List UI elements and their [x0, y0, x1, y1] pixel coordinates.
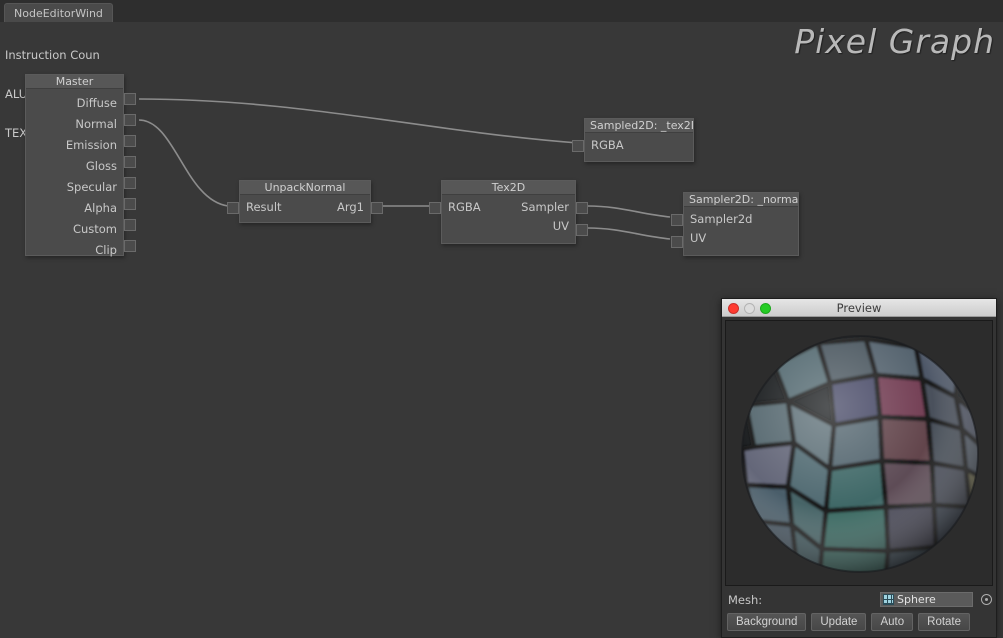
slot-diffuse-label: Diffuse [76, 96, 117, 110]
slot-gloss[interactable]: Gloss [26, 156, 136, 177]
node-master-body: Diffuse Normal Emission Gloss Specular A… [26, 89, 136, 257]
slot-arg1-label: Arg1 [336, 200, 364, 214]
preview-title-label: Preview [836, 301, 882, 315]
slot-custom[interactable]: Custom [26, 219, 136, 240]
node-sampled2d-body: RGBA [572, 133, 693, 161]
slot-alpha-label: Alpha [84, 201, 117, 215]
slot-specular[interactable]: Specular [26, 177, 136, 198]
mesh-value: Sphere [897, 593, 936, 606]
port-normal[interactable] [124, 114, 136, 126]
close-icon[interactable] [728, 303, 739, 314]
node-sampled2d[interactable]: Sampled2D: _tex2D RGBA [572, 118, 694, 162]
node-sampler2d[interactable]: Sampler2D: _normal Sampler2d UV [671, 192, 799, 256]
sphere-render [726, 321, 992, 585]
slot-clip[interactable]: Clip [26, 240, 136, 261]
tab-strip: NodeEditorWind [0, 0, 1003, 22]
slot-gloss-label: Gloss [85, 159, 117, 173]
slot-emission-label: Emission [65, 138, 117, 152]
port-tex2d-sampler[interactable] [576, 202, 588, 214]
slot-sampler-label: Sampler [521, 200, 569, 214]
object-picker-icon[interactable] [981, 594, 992, 605]
port-result[interactable] [227, 202, 239, 214]
slot-normal-label: Normal [75, 117, 117, 131]
auto-button[interactable]: Auto [871, 613, 914, 631]
slot-uv-label: UV [552, 219, 569, 233]
preview-window[interactable]: Preview Mesh: Sphere Background Update A… [721, 298, 997, 638]
instruction-count-header: Instruction Coun [5, 48, 100, 62]
preview-titlebar[interactable]: Preview [722, 299, 996, 317]
node-sampler2d-title: Sampler2D: _normal [684, 193, 798, 207]
node-master[interactable]: Master Diffuse Normal Emission Gloss Spe… [25, 74, 136, 257]
mesh-row: Mesh: Sphere [725, 590, 993, 609]
slot-custom-label: Custom [72, 222, 117, 236]
node-tex2d-title: Tex2D [442, 181, 575, 195]
port-custom[interactable] [124, 219, 136, 231]
tab-node-editor[interactable]: NodeEditorWind [4, 3, 113, 22]
slot-sampler2d-sampler-label: Sampler2d [690, 212, 753, 226]
port-alpha[interactable] [124, 198, 136, 210]
port-diffuse[interactable] [124, 93, 136, 105]
slot-tex2d-row1[interactable]: RGBA Sampler [429, 195, 588, 216]
node-unpacknormal-title: UnpackNormal [240, 181, 370, 195]
node-tex2d-body: RGBA Sampler UV [429, 195, 588, 243]
background-button[interactable]: Background [727, 613, 807, 631]
slot-diffuse[interactable]: Diffuse [26, 93, 136, 114]
slot-sampler2d-uv[interactable]: UV [671, 228, 798, 249]
port-arg1[interactable] [371, 202, 383, 214]
preview-controls: Mesh: Sphere Background Update Auto Rota… [725, 590, 993, 635]
slot-alpha[interactable]: Alpha [26, 198, 136, 219]
slot-normal[interactable]: Normal [26, 114, 136, 135]
mesh-select[interactable]: Sphere [880, 592, 973, 607]
node-unpacknormal-body: Result Arg1 [227, 195, 383, 222]
slot-emission[interactable]: Emission [26, 135, 136, 156]
slot-sampler2d-uv-label: UV [690, 231, 707, 245]
node-sampler2d-body: Sampler2d UV [671, 207, 798, 255]
node-unpacknormal[interactable]: UnpackNormal Result Arg1 [227, 180, 383, 223]
preview-viewport[interactable] [725, 320, 993, 586]
port-gloss[interactable] [124, 156, 136, 168]
slot-unpacknormal-row[interactable]: Result Arg1 [227, 195, 383, 216]
preview-button-row: Background Update Auto Rotate [725, 613, 993, 631]
slot-sampled2d-rgba-label: RGBA [591, 138, 624, 152]
slot-tex2d-row2[interactable]: UV [442, 216, 588, 237]
node-tex2d[interactable]: Tex2D RGBA Sampler UV [429, 180, 588, 244]
port-clip[interactable] [124, 240, 136, 252]
pixel-graph-watermark: Pixel Graph [794, 22, 995, 61]
slot-result-label: Result [246, 200, 282, 214]
port-specular[interactable] [124, 177, 136, 189]
port-sampler2d-uv[interactable] [671, 236, 683, 248]
maximize-icon[interactable] [760, 303, 771, 314]
update-button[interactable]: Update [811, 613, 867, 631]
port-emission[interactable] [124, 135, 136, 147]
slot-rgba-label: RGBA [448, 200, 481, 214]
mesh-icon [883, 594, 894, 605]
minimize-icon[interactable] [744, 303, 755, 314]
node-editor-window: NodeEditorWind Instruction Coun ALU: N/A… [0, 0, 1003, 638]
port-sampled2d-rgba[interactable] [572, 140, 584, 152]
port-tex2d-rgba[interactable] [429, 202, 441, 214]
mesh-label: Mesh: [728, 592, 763, 607]
node-master-title: Master [26, 75, 123, 89]
port-sampler2d-sampler[interactable] [671, 214, 683, 226]
slot-clip-label: Clip [95, 243, 117, 257]
slot-sampler2d-sampler[interactable]: Sampler2d [671, 207, 798, 228]
rotate-button[interactable]: Rotate [918, 613, 971, 631]
slot-specular-label: Specular [66, 180, 117, 194]
node-sampled2d-title: Sampled2D: _tex2D [585, 119, 693, 133]
window-controls [728, 303, 771, 314]
slot-sampled2d-rgba[interactable]: RGBA [572, 133, 693, 154]
port-tex2d-uv[interactable] [576, 224, 588, 236]
